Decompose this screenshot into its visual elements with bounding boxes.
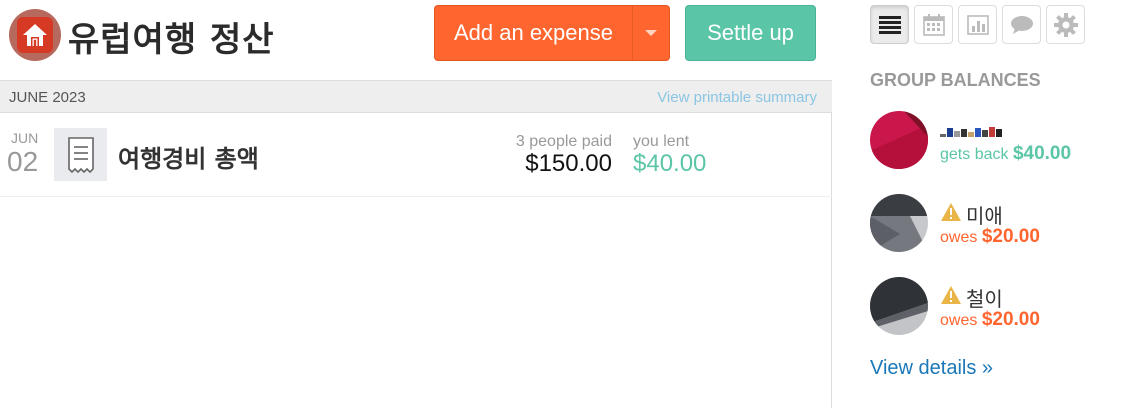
member-status: gets back $40.00 <box>940 143 1071 165</box>
month-header: JUNE 2023 View printable summary <box>0 80 832 113</box>
lent-label: you lent <box>633 133 690 150</box>
add-expense-label: Add an expense <box>453 20 614 45</box>
status-amount: $20.00 <box>981 309 1040 330</box>
member-name: 철이 <box>940 283 1003 312</box>
avatar <box>870 194 928 252</box>
calendar-icon[interactable] <box>914 5 953 44</box>
settle-up-button[interactable]: Settle up <box>685 5 816 61</box>
chart-icon[interactable] <box>958 5 997 44</box>
group-balances-heading: GROUP BALANCES <box>870 70 1041 90</box>
member-name-obscured <box>940 117 1002 137</box>
expense-title: 여행경비 총액 <box>118 145 259 173</box>
member-balance[interactable]: 미애 owes $20.00 <box>870 194 1110 254</box>
chat-icon[interactable] <box>1002 5 1041 44</box>
status-label: gets back <box>940 146 1009 163</box>
lent-amount: $40.00 <box>633 150 707 177</box>
expense-month: JUN <box>11 130 39 146</box>
member-balance[interactable]: gets back $40.00 <box>870 111 1110 171</box>
paid-amount: $150.00 <box>525 150 612 177</box>
chevron-down-icon[interactable] <box>633 29 669 37</box>
member-name-text: 미애 <box>966 204 1003 228</box>
month-label: JUNE 2023 <box>9 89 86 106</box>
warning-icon <box>940 285 962 310</box>
member-status: owes $20.00 <box>940 309 1040 331</box>
gear-icon[interactable] <box>1046 5 1085 44</box>
member-name: 미애 <box>940 200 1003 229</box>
paid-label: 3 people paid <box>515 133 612 150</box>
app-page: 유럽여행 정산 Add an expense Settle up JUNE 20… <box>0 0 1122 408</box>
status-amount: $20.00 <box>981 226 1040 247</box>
group-title: 유럽여행 정산 <box>68 20 275 60</box>
group-avatar[interactable] <box>9 9 61 61</box>
main-column: 유럽여행 정산 Add an expense Settle up JUNE 20… <box>0 0 832 408</box>
avatar <box>870 277 928 335</box>
receipt-icon <box>54 128 107 181</box>
printable-summary-link[interactable]: View printable summary <box>657 89 817 106</box>
expense-day: 02 <box>7 146 39 177</box>
view-tabs <box>870 5 1085 44</box>
add-expense-button[interactable]: Add an expense <box>434 5 670 61</box>
home-icon <box>17 17 53 53</box>
warning-icon <box>940 202 962 227</box>
right-sidebar: GROUP BALANCES gets back $40.00 미애 owes … <box>833 0 1122 408</box>
avatar <box>870 111 928 169</box>
pixelated-name <box>940 117 1002 137</box>
status-amount: $40.00 <box>1012 143 1072 164</box>
expense-row[interactable]: JUN 02 여행경비 총액 3 people paid $150.00 you… <box>0 113 832 197</box>
member-balance[interactable]: 철이 owes $20.00 <box>870 277 1110 337</box>
group-header: 유럽여행 정산 Add an expense Settle up <box>0 0 832 80</box>
member-status: owes $20.00 <box>940 226 1040 248</box>
view-details-link[interactable]: View details » <box>870 357 993 380</box>
status-label: owes <box>940 312 978 329</box>
list-icon[interactable] <box>870 5 909 44</box>
status-label: owes <box>940 229 978 246</box>
member-name-text: 철이 <box>966 287 1003 311</box>
